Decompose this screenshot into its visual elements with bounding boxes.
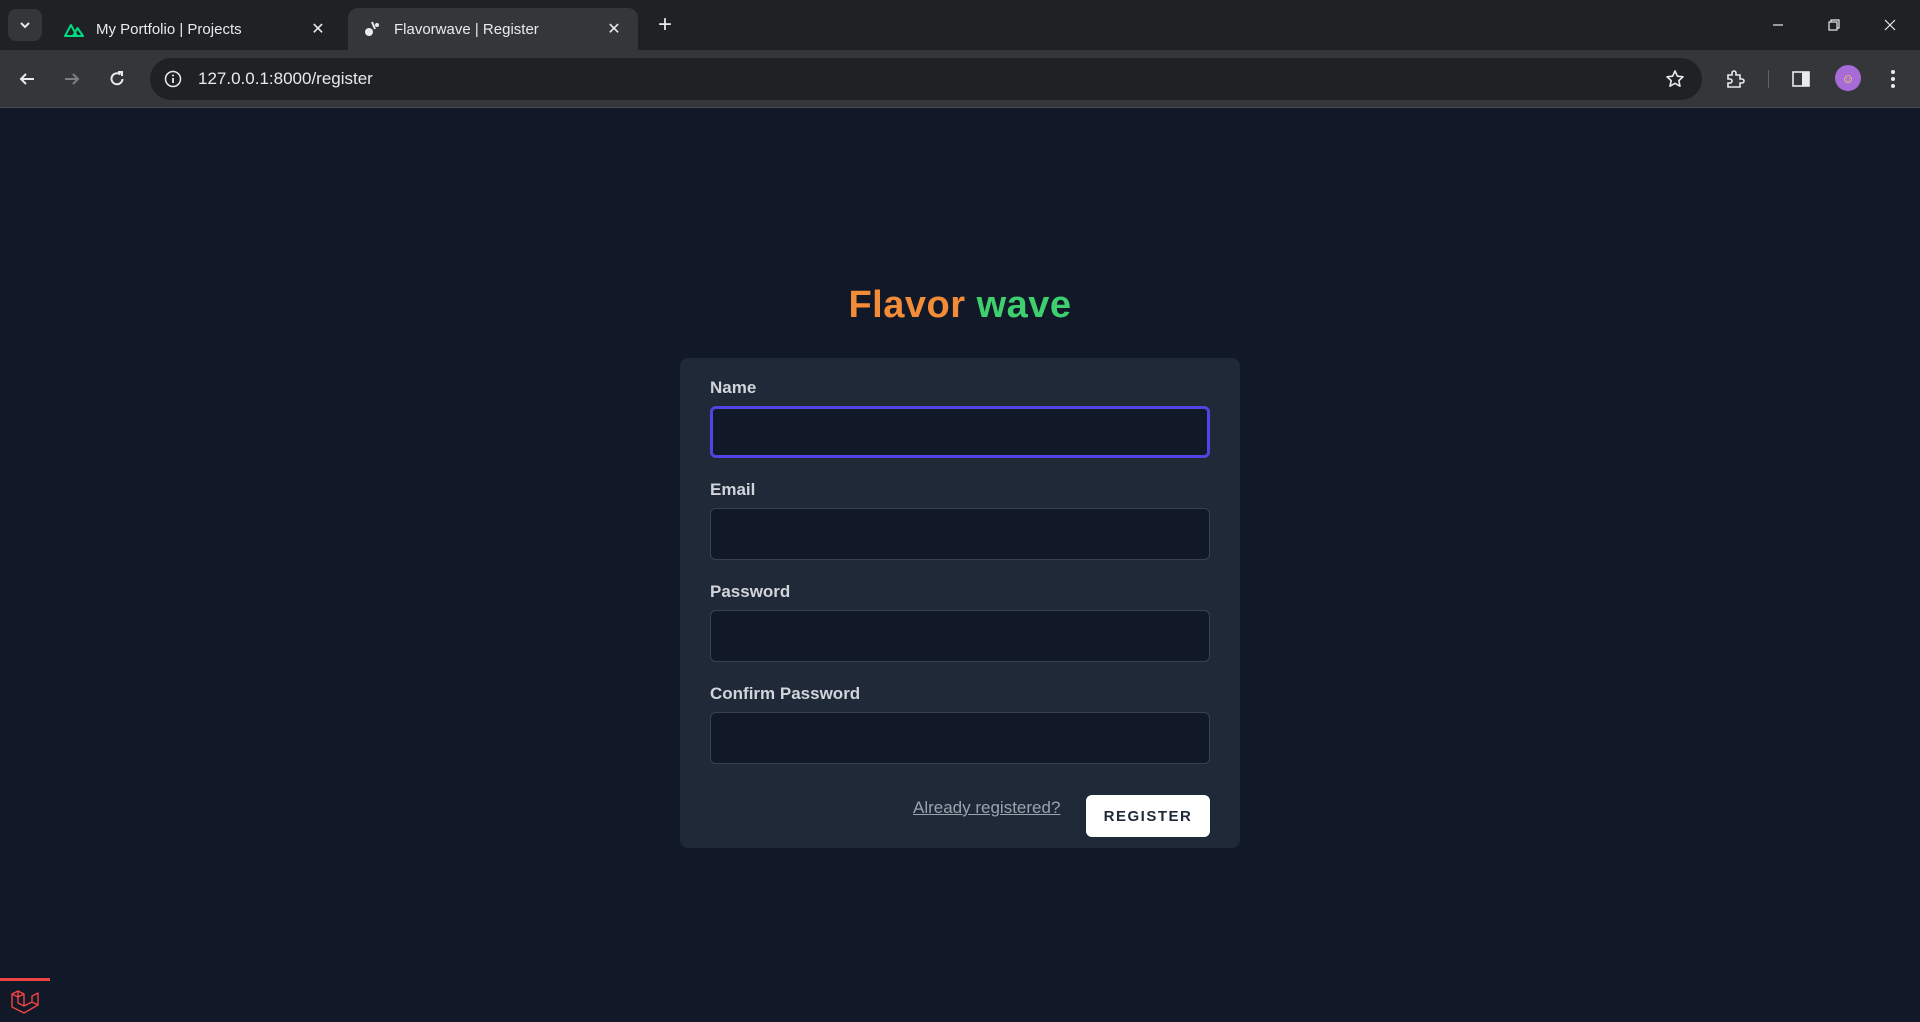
- password-input[interactable]: [710, 610, 1210, 662]
- extensions-icon[interactable]: [1718, 62, 1752, 96]
- page-body: Flavor wave Name Email Password Confirm …: [0, 109, 1920, 1022]
- laravel-debugbar-badge[interactable]: [0, 978, 50, 1022]
- app-logo[interactable]: Flavor wave: [0, 284, 1920, 327]
- reload-icon: [110, 71, 124, 86]
- arrow-left-icon: [19, 73, 34, 85]
- forward-button[interactable]: [55, 62, 89, 96]
- tab-flavorwave-register[interactable]: Flavorwave | Register ✕: [348, 8, 638, 50]
- already-registered-link[interactable]: Already registered?: [913, 798, 1060, 818]
- url-text: 127.0.0.1:8000/register: [198, 69, 373, 88]
- password-label: Password: [710, 582, 791, 601]
- tab-title: Flavorwave | Register: [394, 20, 539, 38]
- toolbar-divider: [1768, 70, 1769, 88]
- minimize-icon: [1773, 24, 1783, 26]
- email-input[interactable]: [710, 508, 1210, 560]
- flavorwave-icon: [362, 19, 382, 39]
- browser-toolbar: 127.0.0.1:8000/register: [0, 50, 1920, 108]
- nuxt-logo-icon: [64, 19, 84, 39]
- more-menu-icon[interactable]: [1876, 62, 1910, 96]
- chevron-down-icon: [20, 22, 30, 29]
- name-label: Name: [710, 378, 757, 397]
- side-panel-icon[interactable]: [1784, 62, 1818, 96]
- close-icon[interactable]: ✕: [604, 19, 624, 39]
- register-card: Name Email Password Confirm Password Alr…: [680, 358, 1240, 848]
- tab-title: My Portfolio | Projects: [96, 20, 242, 38]
- reload-button[interactable]: [100, 62, 134, 96]
- laravel-icon: [11, 989, 39, 1014]
- back-button[interactable]: [10, 62, 44, 96]
- tab-search-button[interactable]: [8, 9, 42, 41]
- new-tab-button[interactable]: +: [650, 10, 680, 40]
- close-window-button[interactable]: [1862, 0, 1918, 50]
- address-bar[interactable]: 127.0.0.1:8000/register: [150, 58, 1702, 100]
- confirm-password-label: Confirm Password: [710, 684, 861, 703]
- arrow-right-icon: [65, 73, 80, 85]
- close-icon: [1884, 19, 1896, 31]
- tab-my-portfolio[interactable]: My Portfolio | Projects ✕: [50, 8, 342, 50]
- browser-tab-bar: My Portfolio | Projects ✕ Flavorwave | R…: [0, 0, 1920, 50]
- restore-icon: [1828, 19, 1840, 31]
- close-icon[interactable]: ✕: [308, 19, 328, 39]
- confirm-password-input[interactable]: [710, 712, 1210, 764]
- minimize-button[interactable]: [1750, 0, 1806, 50]
- profile-avatar[interactable]: ☺: [1835, 65, 1861, 91]
- name-input[interactable]: [710, 406, 1210, 458]
- logo-part-wave: wave: [976, 284, 1072, 326]
- logo-part-flavor: Flavor: [848, 284, 966, 326]
- bookmark-star-icon[interactable]: [1660, 64, 1690, 94]
- restore-button[interactable]: [1806, 0, 1862, 50]
- site-info-icon[interactable]: [160, 66, 186, 92]
- register-button[interactable]: REGISTER: [1086, 795, 1210, 837]
- email-label: Email: [710, 480, 756, 499]
